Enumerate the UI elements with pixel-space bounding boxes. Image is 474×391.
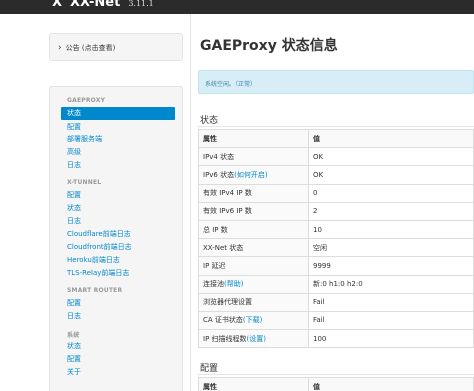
sidebar-item-xt-tls-relay-log[interactable]: TLS-Relay前端日志	[67, 269, 129, 278]
sidebar-item-xt-heroku-log[interactable]: Heroku前端日志	[67, 256, 120, 265]
status-alert-text: 系统空闲。（正常）	[205, 81, 257, 88]
row-value: 9999	[308, 256, 474, 276]
status-section-title: 状态	[200, 116, 219, 126]
sidebar-item-sr-log[interactable]: 日志	[67, 312, 81, 321]
config-section-title: 配置	[200, 364, 219, 374]
column-header-value: 值	[308, 376, 474, 391]
notice-panel: › 公告 (点击查看)	[49, 33, 183, 61]
sidebar-header-gaeproxy: GAEPROXY	[67, 97, 106, 104]
sidebar-item-xt-cloudflare-log[interactable]: Cloudflare前端日志	[67, 230, 131, 239]
config-table: 属性 值	[198, 376, 474, 391]
row-key: IP 扫描线程数(设置)	[198, 329, 309, 349]
brand-name: XX-Net	[70, 0, 121, 10]
content-divider	[190, 14, 191, 391]
sidebar-nav: GAEPROXY 状态 配置 部署服务端 高级 日志 X-TUNNEL 配置 状…	[49, 86, 183, 391]
notice-link[interactable]: › 公告 (点击查看)	[58, 43, 115, 53]
table-row: 总 IP 数 10	[198, 219, 474, 240]
row-key: IPv6 状态(如何开启)	[198, 165, 309, 185]
ca-download-link[interactable]: (下载)	[243, 316, 262, 324]
row-value: 10	[308, 219, 474, 240]
table-row: CA 证书状态(下载) Fail	[198, 310, 474, 331]
table-row: IPv6 状态(如何开启) OK	[198, 165, 474, 185]
row-value: Fail	[308, 310, 474, 331]
table-row: 有效 IPv4 IP 数 0	[198, 183, 474, 203]
sidebar-header-system: 系统	[67, 332, 80, 339]
scan-threads-settings-link[interactable]: (设置)	[247, 335, 266, 343]
status-alert: 系统空闲。（正常）	[198, 70, 474, 94]
row-value: 100	[308, 329, 474, 349]
sidebar-header-smart-router: SMART ROUTER	[67, 287, 123, 294]
row-key: 浏览器代理设置	[198, 292, 309, 312]
sidebar-item-sys-config[interactable]: 配置	[67, 355, 81, 364]
row-key: 有效 IPv6 IP 数	[198, 201, 309, 221]
table-row: 浏览器代理设置 Fail	[198, 292, 474, 312]
brand-logo-icon: X	[52, 0, 63, 10]
row-value: 新:0 h1:0 h2:0	[308, 274, 474, 294]
row-value: OK	[308, 147, 474, 167]
row-value: 空闲	[308, 238, 474, 258]
table-row: IP 扫描线程数(设置) 100	[198, 329, 474, 349]
row-key: CA 证书状态(下载)	[198, 310, 309, 331]
column-header-attribute: 属性	[198, 128, 309, 149]
row-key: IPv4 状态	[198, 147, 309, 167]
table-row: IP 延迟 9999	[198, 256, 474, 276]
notice-label: 公告 (点击查看)	[65, 44, 116, 52]
config-section-divider	[198, 374, 474, 375]
sidebar-item-xt-config[interactable]: 配置	[67, 191, 81, 200]
table-row: XX-Net 状态 空闲	[198, 238, 474, 258]
sidebar-item-gae-status[interactable]: 状态	[61, 107, 175, 120]
sidebar-item-gae-log[interactable]: 日志	[67, 161, 81, 170]
sidebar-header-x-tunnel: X-TUNNEL	[67, 179, 102, 186]
status-table: 属性 值 IPv4 状态 OK IPv6 状态(如何开启) OK 有效 IPv4…	[198, 128, 474, 349]
sidebar-item-sys-status[interactable]: 状态	[67, 342, 81, 351]
row-key: 总 IP 数	[198, 219, 309, 240]
ipv6-help-link[interactable]: (如何开启)	[234, 171, 267, 179]
sidebar-item-xt-log[interactable]: 日志	[67, 217, 81, 226]
table-row: IPv4 状态 OK	[198, 147, 474, 167]
top-navbar: X XX-Net 3.11.1	[0, 0, 474, 14]
table-header-row: 属性 值	[198, 128, 474, 149]
pool-help-link[interactable]: (帮助)	[224, 280, 243, 288]
brand[interactable]: X XX-Net 3.11.1	[52, 0, 154, 9]
row-key: IP 延迟	[198, 256, 309, 276]
sidebar-item-gae-advanced[interactable]: 高级	[67, 148, 81, 157]
chevron-right-icon: ›	[58, 43, 62, 53]
row-value: 0	[308, 183, 474, 203]
table-row: 有效 IPv6 IP 数 2	[198, 201, 474, 221]
row-value: 2	[308, 201, 474, 221]
column-header-value: 值	[308, 128, 474, 149]
row-value: Fail	[308, 292, 474, 312]
sidebar-item-gae-deploy[interactable]: 部署服务端	[67, 135, 102, 144]
sidebar-item-xt-cloudfront-log[interactable]: Cloudfront前端日志	[67, 243, 132, 252]
page-title: GAEProxy 状态信息	[200, 38, 338, 54]
status-section-divider	[198, 126, 474, 127]
column-header-attribute: 属性	[198, 376, 309, 391]
sidebar-item-gae-config[interactable]: 配置	[67, 123, 81, 132]
row-key: XX-Net 状态	[198, 238, 309, 258]
brand-version: 3.11.1	[128, 0, 154, 8]
table-row: 连接池(帮助) 新:0 h1:0 h2:0	[198, 274, 474, 294]
sidebar-item-xt-status[interactable]: 状态	[67, 204, 81, 213]
sidebar-item-sys-about[interactable]: 关于	[67, 368, 81, 377]
row-key: 连接池(帮助)	[198, 274, 309, 294]
sidebar-item-sr-config[interactable]: 配置	[67, 299, 81, 308]
row-key: 有效 IPv4 IP 数	[198, 183, 309, 203]
row-value: OK	[308, 165, 474, 185]
table-header-row: 属性 值	[198, 376, 474, 391]
